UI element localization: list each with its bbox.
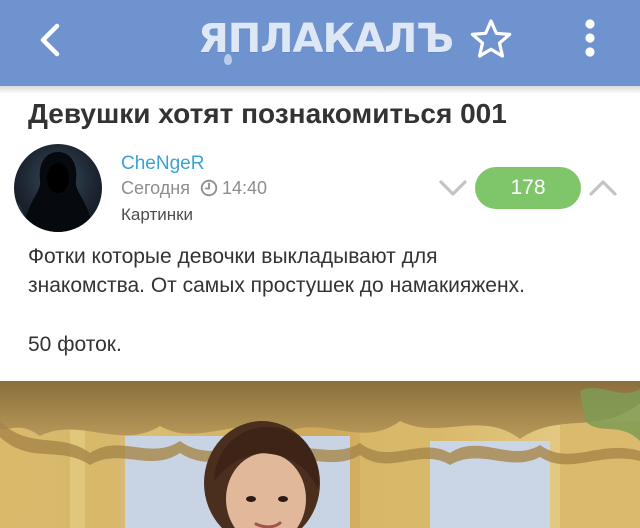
post-date: Сегодня <box>121 178 190 198</box>
photo-count-text: 50 фоток. <box>28 333 122 356</box>
post-text-line: знакомства. От самых простушек до намаки… <box>28 274 525 297</box>
post-photo[interactable] <box>0 381 640 528</box>
top-app-bar: ЯПЛАКАЛЪ <box>0 0 640 86</box>
post-time: 14:40 <box>222 178 268 198</box>
post-meta: Сегодня 14:40 <box>121 178 267 202</box>
clock-icon <box>200 179 218 197</box>
star-outline-icon <box>470 19 512 58</box>
chevron-down-icon <box>439 180 467 196</box>
author-name[interactable]: CheNgeR <box>121 153 204 175</box>
post-title: Девушки хотят познакомиться 001 <box>28 98 507 129</box>
photo-woman-curtains-image <box>0 381 640 528</box>
author-avatar[interactable] <box>14 144 102 232</box>
header-shadow <box>0 86 640 94</box>
more-vertical-icon <box>585 19 595 57</box>
vote-up-button[interactable] <box>588 176 618 200</box>
logo-text: ЯПЛАКАЛЪ <box>198 16 454 62</box>
site-logo[interactable]: ЯПЛАКАЛЪ <box>198 14 454 65</box>
post-category[interactable]: Картинки <box>121 205 193 225</box>
hooded-figure-image <box>14 152 94 232</box>
back-button[interactable] <box>30 18 74 62</box>
chevron-left-icon <box>40 23 60 57</box>
logo-teardrop <box>224 54 232 65</box>
rating-badge: 178 <box>475 167 581 209</box>
more-options-button[interactable] <box>575 16 605 62</box>
post-text-line: Фотки которые девочки выкладывают для <box>28 245 438 268</box>
chevron-up-icon <box>589 180 617 196</box>
post-text: Фотки которые девочки выкладывают для зн… <box>28 242 628 300</box>
vote-down-button[interactable] <box>438 176 468 200</box>
favorite-button[interactable] <box>468 16 514 62</box>
